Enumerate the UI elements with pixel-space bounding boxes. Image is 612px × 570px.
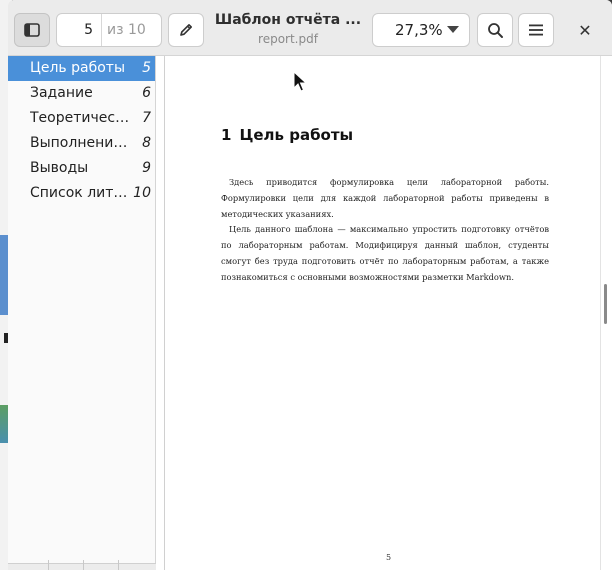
main-menu-button[interactable] (518, 13, 554, 47)
outline-item-page: 9 (142, 160, 151, 176)
outline-item-page: 8 (142, 135, 151, 151)
section-heading: 1 Цель работы (221, 126, 353, 144)
page-number-entry[interactable]: 5 из 10 (56, 13, 162, 47)
sidebar-show-icon (24, 23, 40, 37)
document-title: Шаблон отчёта ... (214, 12, 362, 28)
section-title: Цель работы (239, 126, 354, 144)
outline-item-execution[interactable]: Выполнение… 8 (8, 131, 155, 156)
page-total-label: из 10 (107, 22, 146, 38)
document-view[interactable]: 1 Цель работы Здесь приводится формулиров… (156, 56, 612, 570)
sidebar-mode-switcher[interactable] (8, 560, 156, 570)
pencil-icon (180, 24, 192, 36)
outline-item-label: Список лите… (30, 185, 130, 201)
headerbar: 5 из 10 Шаблон отчёта ... report.pdf 27,… (8, 0, 612, 56)
separator (101, 14, 102, 46)
separator (48, 560, 49, 570)
close-icon: ✕ (578, 20, 592, 40)
separator (83, 560, 84, 570)
page-footer-number: 5 (386, 553, 392, 562)
outline-item-label: Задание (30, 85, 93, 101)
outline-item-goal[interactable]: Цель работы 5 (8, 56, 155, 81)
outline-sidebar: Цель работы 5 Задание 6 Теоретичес… 7 Вы… (8, 56, 156, 570)
close-button[interactable]: ✕ (568, 13, 602, 47)
current-page-input[interactable]: 5 (84, 22, 101, 38)
vertical-scrollbar[interactable] (604, 284, 607, 324)
outline-item-task[interactable]: Задание 6 (8, 81, 155, 106)
window-title-block: Шаблон отчёта ... report.pdf (213, 12, 363, 46)
outline-item-theory[interactable]: Теоретичес… 7 (8, 106, 155, 131)
zoom-level: 27,3% (395, 21, 443, 39)
mouse-pointer-icon (293, 71, 307, 92)
outline-item-page: 5 (142, 60, 151, 76)
page-edge (164, 56, 165, 570)
hamburger-menu-icon (529, 24, 543, 36)
outline-item-label: Теоретичес… (30, 110, 130, 126)
outline-item-references[interactable]: Список лите… 10 (8, 181, 155, 206)
outline-item-conclusions[interactable]: Выводы 9 (8, 156, 155, 181)
page-edge (600, 56, 601, 570)
section-number: 1 (221, 126, 232, 144)
outline-item-page: 10 (133, 185, 151, 201)
outline-item-label: Цель работы (30, 60, 126, 76)
sidebar-toggle-button[interactable] (14, 13, 50, 47)
chevron-down-icon (447, 26, 459, 33)
search-icon (487, 22, 503, 38)
paragraph: Цель данного шаблона — максимально упрос… (221, 224, 549, 282)
outline-item-label: Выводы (30, 160, 89, 176)
outline-item-label: Выполнение… (30, 135, 130, 151)
separator (118, 560, 119, 570)
paragraph: Здесь приводится формулировка цели лабор… (221, 177, 549, 219)
zoom-selector[interactable]: 27,3% (372, 13, 470, 47)
document-viewer-window: 5 из 10 Шаблон отчёта ... report.pdf 27,… (8, 0, 612, 570)
outline-item-page: 6 (142, 85, 151, 101)
search-button[interactable] (477, 13, 513, 47)
document-filename: report.pdf (258, 32, 318, 46)
section-body: Здесь приводится формулировка цели лабор… (221, 175, 549, 286)
outline-item-page: 7 (142, 110, 151, 126)
annotate-button[interactable] (168, 13, 204, 47)
